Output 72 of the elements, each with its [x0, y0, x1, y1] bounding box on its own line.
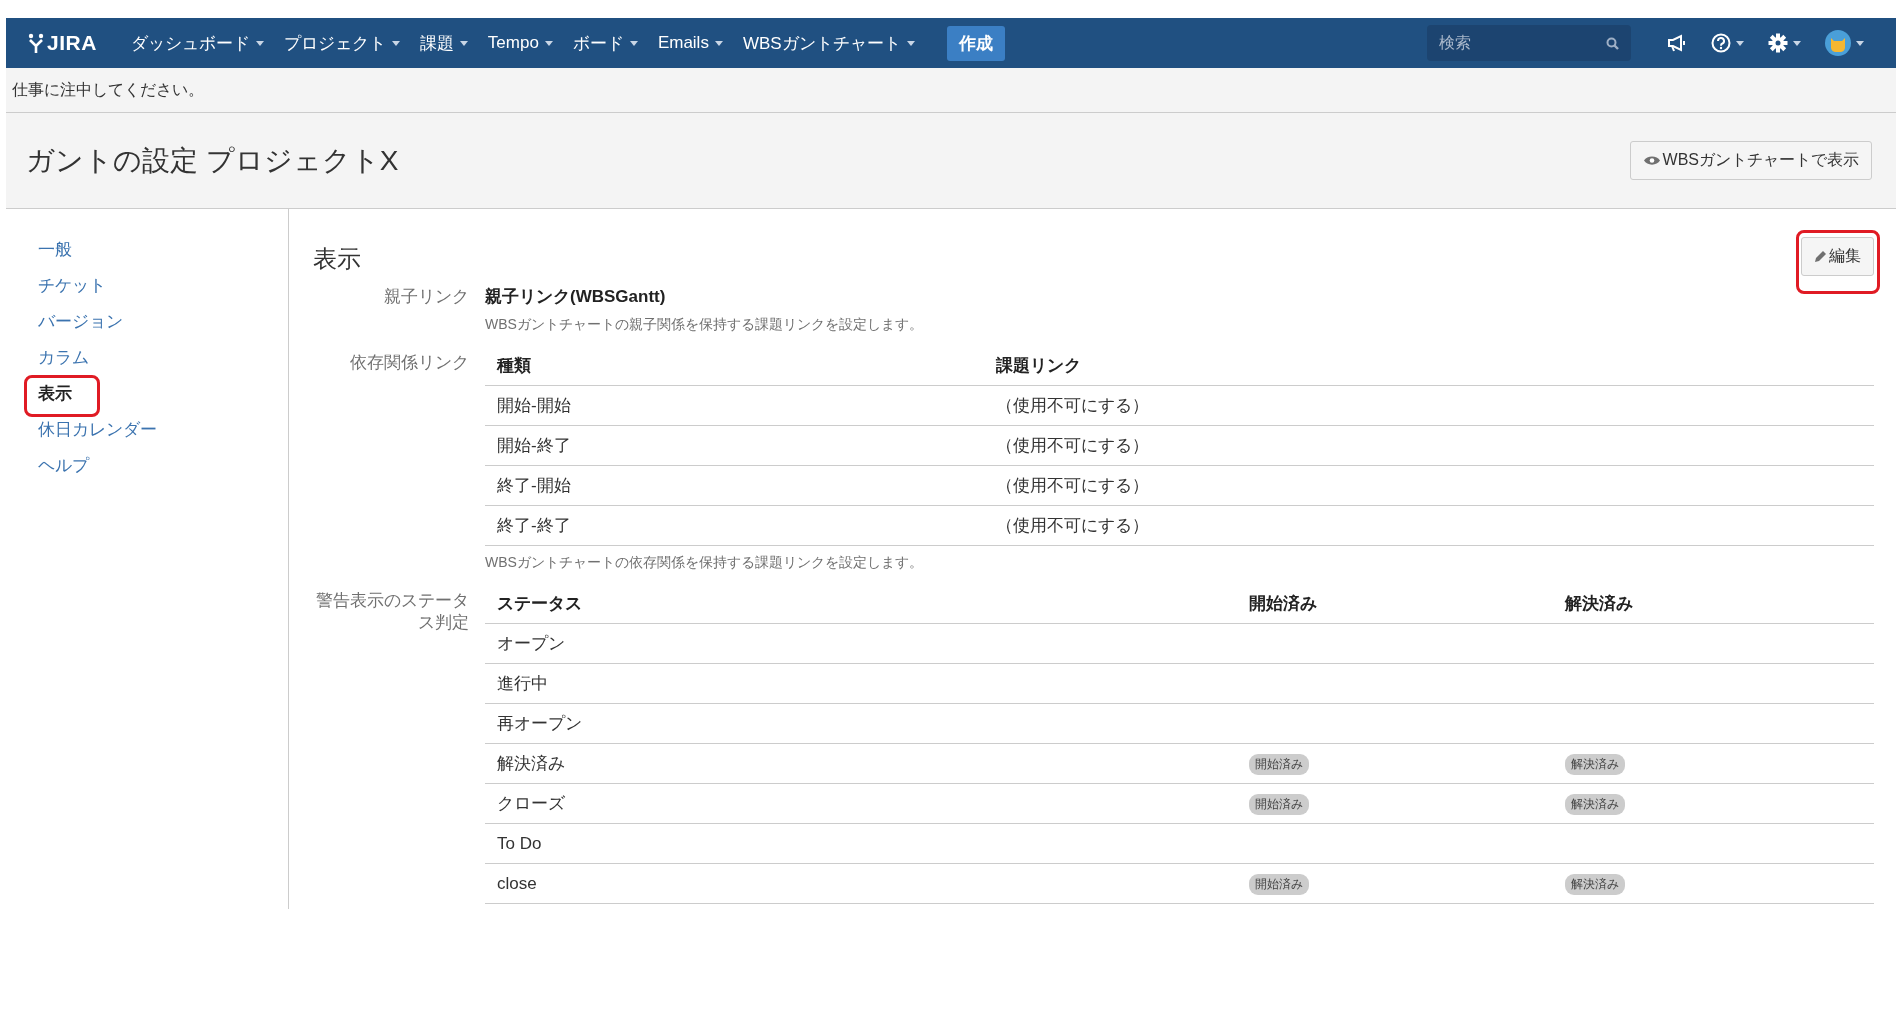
search-icon [1606, 37, 1619, 50]
announcement-text: 仕事に注中してください。 [12, 79, 204, 100]
table-cell: 再オープン [485, 703, 1237, 744]
caret-icon [391, 40, 400, 46]
caret-icon [1793, 40, 1801, 46]
field-label: 依存関係リンク [349, 352, 469, 374]
section-heading: 表示 [313, 244, 361, 274]
table-cell: 進行中 [485, 663, 1237, 704]
table-cell: 終了-開始 [485, 465, 984, 506]
status-lozenge: 開始済み [1249, 873, 1309, 895]
nav-menu[interactable]: プロジェクト [275, 25, 408, 61]
field-label: 警告表示のステータス判定 [315, 590, 469, 634]
caret-icon [459, 40, 468, 46]
status-lozenge: 解決済み [1565, 793, 1625, 815]
table-cell: 解決済み [485, 743, 1237, 784]
column-header: 課題リンク [984, 348, 1874, 386]
status-lozenge: 解決済み [1565, 753, 1625, 775]
nav-menu[interactable]: WBSガントチャート [734, 25, 923, 61]
nav-menu[interactable]: ダッシュボード [122, 25, 272, 61]
nav-menu[interactable]: 課題 [411, 25, 476, 61]
column-header: 開始済み [1237, 586, 1553, 624]
sidebar-item[interactable]: ヘルプ [38, 454, 89, 478]
table-cell: To Do [485, 823, 1237, 864]
logo-text[interactable]: JIRA [47, 31, 97, 55]
column-header: ステータス [485, 586, 1237, 624]
field-value: 親子リンク(WBSGantt) [485, 286, 667, 308]
sidebar-item[interactable]: 休日カレンダー [38, 418, 157, 442]
table-cell: 開始-開始 [485, 385, 984, 426]
user-avatar-icon [1825, 30, 1851, 56]
table-cell: close [485, 863, 1237, 904]
page-title: ガントの設定 プロジェクトX [26, 143, 399, 178]
caret-icon [629, 40, 638, 46]
table-cell: （使用不可にする） [984, 505, 1874, 546]
field-description: WBSガントチャートの依存関係を保持する課題リンクを設定します。 [485, 554, 924, 572]
status-lozenge: 開始済み [1249, 753, 1309, 775]
nav-menu[interactable]: ボード [564, 25, 646, 61]
caret-icon [906, 40, 915, 46]
sidebar-item[interactable]: チケット [38, 274, 106, 298]
table-cell: クローズ [485, 783, 1237, 824]
caret-icon [255, 40, 264, 46]
table-cell: （使用不可にする） [984, 465, 1874, 506]
field-description: WBSガントチャートの親子関係を保持する課題リンクを設定します。 [485, 316, 924, 334]
caret-icon [544, 40, 553, 46]
status-lozenge: 解決済み [1565, 873, 1625, 895]
column-header: 種類 [485, 348, 984, 386]
table-cell: 開始-終了 [485, 425, 984, 466]
help-icon [1711, 33, 1731, 53]
table-cell: オープン [485, 623, 1237, 664]
sidebar-item[interactable]: 表示 [38, 382, 72, 406]
sidebar-item[interactable]: バージョン [38, 310, 123, 334]
table-cell: （使用不可にする） [984, 385, 1874, 426]
table-cell: 終了-終了 [485, 505, 984, 546]
settings-icon [1768, 33, 1788, 53]
column-header: 解決済み [1553, 586, 1874, 624]
sidebar-item[interactable]: カラム [38, 346, 89, 370]
caret-icon [1856, 40, 1864, 46]
nav-menu[interactable]: Emails [649, 27, 731, 59]
view-gantt-button[interactable]: WBSガントチャートで表示 [1629, 141, 1872, 180]
nav-menu[interactable]: Tempo [479, 27, 561, 59]
create-button[interactable]: 作成 [946, 25, 1005, 61]
eye-icon [1642, 155, 1661, 166]
caret-icon [714, 40, 723, 46]
field-label: 親子リンク [383, 286, 469, 308]
sidebar-item[interactable]: 一般 [38, 238, 72, 262]
jira-logo-icon [28, 33, 44, 53]
status-lozenge: 開始済み [1249, 793, 1309, 815]
edit-button[interactable]: 編集 [1801, 237, 1874, 276]
megaphone-icon [1667, 34, 1687, 52]
search-field[interactable]: 検索 [1427, 25, 1631, 61]
caret-icon [1736, 40, 1744, 46]
table-cell: （使用不可にする） [984, 425, 1874, 466]
pencil-icon [1814, 250, 1827, 263]
